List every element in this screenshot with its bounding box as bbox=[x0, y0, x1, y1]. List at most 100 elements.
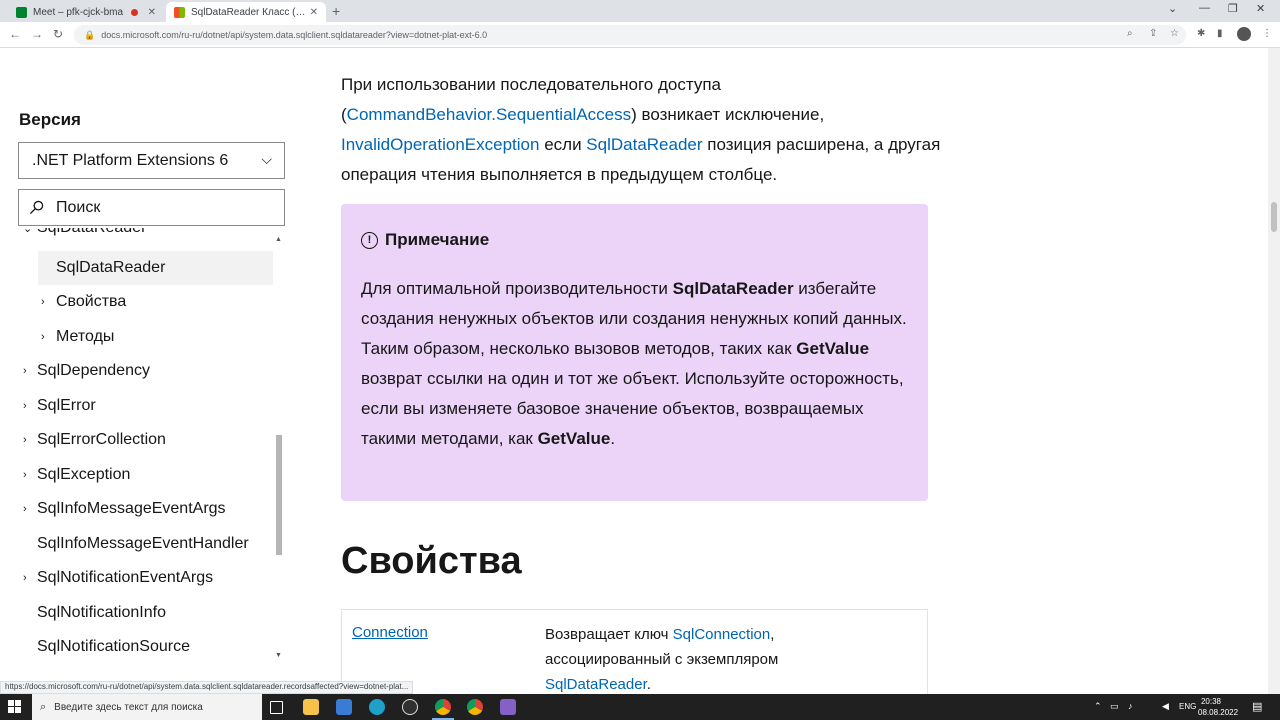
invalidoperationexception-link[interactable]: InvalidOperationException bbox=[341, 135, 539, 154]
commandbehavior-link[interactable]: CommandBehavior.SequentialAccess bbox=[347, 105, 631, 124]
toc-item[interactable]: › SqlError bbox=[0, 389, 273, 423]
toc-item-label: SqlNotificationSource bbox=[37, 638, 190, 655]
toc-item[interactable]: › Свойства bbox=[0, 285, 273, 319]
chevron-down-icon: ⌵ bbox=[261, 151, 272, 167]
toc-item-label: Методы bbox=[56, 328, 115, 345]
store-icon[interactable] bbox=[336, 699, 352, 715]
clock[interactable]: 20:38 08.08.2022 bbox=[1198, 696, 1239, 718]
docs-page: Версия .NET Platform Extensions 6 ⌵ Поис… bbox=[0, 48, 1268, 694]
clock-date: 08.08.2022 bbox=[1198, 708, 1239, 717]
chrome-icon[interactable] bbox=[467, 699, 483, 715]
file-explorer-icon[interactable] bbox=[303, 699, 319, 715]
toc-item-label: SqlException bbox=[37, 466, 131, 483]
side-panel-icon[interactable]: ▮ bbox=[1217, 28, 1223, 39]
version-value: .NET Platform Extensions 6 bbox=[32, 151, 229, 169]
page-scroll-thumb[interactable] bbox=[1271, 202, 1277, 232]
toc-item[interactable]: ⌄ SqlDataReader bbox=[0, 228, 273, 245]
chevron-right-icon: › bbox=[23, 503, 27, 515]
profile-avatar[interactable] bbox=[1237, 27, 1251, 41]
restore-icon[interactable]: ❐ bbox=[1228, 2, 1238, 15]
taskbar-search-input[interactable]: ⌕ Введите здесь текст для поиска bbox=[32, 694, 262, 720]
edge-icon[interactable] bbox=[369, 699, 385, 715]
toc-item[interactable]: › Методы bbox=[0, 320, 273, 354]
toc-item-label: SqlNotificationInfo bbox=[37, 604, 166, 621]
toc-item[interactable]: SqlInfoMessageEventHandler bbox=[0, 527, 273, 561]
para-text: ) возникает исключение, bbox=[631, 105, 825, 124]
tab-meet[interactable]: Meet – pfk-cjck-bma ✕ bbox=[8, 2, 164, 22]
back-icon[interactable]: ← bbox=[9, 27, 21, 41]
language-indicator[interactable]: ENG bbox=[1179, 702, 1196, 711]
network-icon[interactable]: ▭ bbox=[1110, 701, 1119, 712]
note-heading: ! Примечание bbox=[361, 230, 489, 250]
sqldatareader-link[interactable]: SqlDataReader bbox=[545, 676, 647, 693]
obs-icon[interactable] bbox=[402, 699, 418, 715]
chevron-right-icon: › bbox=[23, 572, 27, 584]
toc-item-label: SqlInfoMessageEventHandler bbox=[37, 535, 249, 552]
connection-link[interactable]: Connection bbox=[352, 624, 428, 641]
bookmark-star-icon[interactable]: ☆ bbox=[1170, 28, 1179, 39]
version-select[interactable]: .NET Platform Extensions 6 ⌵ bbox=[18, 142, 285, 179]
close-icon[interactable]: ✕ bbox=[310, 7, 318, 18]
note-code-term: SqlDataReader bbox=[672, 279, 794, 298]
toc-item-selected[interactable]: SqlDataReader bbox=[38, 251, 273, 285]
toc-scrollbar[interactable]: ▲ ▼ bbox=[273, 236, 285, 661]
toc-item-label: SqlDataReader bbox=[56, 259, 166, 276]
toc-item[interactable]: › SqlInfoMessageEventArgs bbox=[0, 492, 273, 526]
note-callout: ! Примечание Для оптимальной производите… bbox=[341, 204, 928, 501]
chrome-icon[interactable] bbox=[435, 699, 451, 715]
sequential-access-paragraph: При использовании последовательного дост… bbox=[341, 70, 941, 190]
notifications-icon[interactable]: ▤ bbox=[1252, 700, 1262, 713]
toc-scroll-thumb[interactable] bbox=[276, 435, 282, 555]
chevron-down-icon: ⌄ bbox=[23, 228, 33, 235]
minimize-icon[interactable]: — bbox=[1199, 2, 1210, 14]
toc-item-label: SqlInfoMessageEventArgs bbox=[37, 500, 226, 517]
properties-heading: Свойства bbox=[341, 540, 522, 582]
close-icon[interactable]: ✕ bbox=[148, 7, 156, 18]
toc-item-label: SqlNotificationEventArgs bbox=[37, 569, 214, 586]
toc-item[interactable]: SqlNotificationSource bbox=[0, 630, 273, 664]
share-icon[interactable]: ⇪ bbox=[1149, 28, 1157, 39]
note-title: Примечание bbox=[385, 230, 490, 249]
table-of-contents: ⌄ SqlDataReader SqlDataReader › Свойства… bbox=[0, 228, 285, 664]
new-tab-icon[interactable]: + bbox=[332, 3, 340, 19]
scroll-up-icon[interactable]: ▲ bbox=[275, 236, 282, 243]
chevron-right-icon: › bbox=[23, 400, 27, 412]
forward-icon[interactable]: → bbox=[31, 27, 43, 41]
info-icon: ! bbox=[361, 231, 378, 249]
sqldatareader-link[interactable]: SqlDataReader bbox=[586, 135, 702, 154]
microphone-icon[interactable]: ♪ bbox=[1128, 701, 1133, 711]
microsoft-favicon-icon bbox=[174, 6, 185, 18]
reload-icon[interactable]: ↻ bbox=[53, 27, 63, 41]
tray-chevron-icon[interactable]: ⌃ bbox=[1094, 701, 1102, 712]
search-icon bbox=[29, 200, 44, 215]
toc-item[interactable]: › SqlDependency bbox=[0, 354, 273, 388]
scroll-down-icon[interactable]: ▼ bbox=[275, 652, 282, 659]
zoom-icon[interactable]: ⌕ bbox=[1127, 28, 1133, 39]
extensions-icon[interactable]: ✱ bbox=[1197, 28, 1205, 39]
window-close-icon[interactable]: ✕ bbox=[1256, 2, 1265, 15]
url-input[interactable]: 🔒 docs.microsoft.com/ru-ru/dotnet/api/sy… bbox=[74, 25, 1186, 45]
sqlconnection-link[interactable]: SqlConnection bbox=[673, 626, 771, 643]
property-description: Возвращает ключ SqlConnection, ассоцииро… bbox=[545, 622, 825, 694]
toc-item[interactable]: › SqlException bbox=[0, 458, 273, 492]
toc-item[interactable]: › SqlErrorCollection bbox=[0, 423, 273, 457]
menu-icon[interactable]: ⋮ bbox=[1262, 28, 1272, 39]
version-label: Версия bbox=[19, 110, 81, 129]
tab-search-icon[interactable]: ⌄ bbox=[1168, 2, 1177, 15]
page-scrollbar[interactable] bbox=[1268, 48, 1280, 694]
toc-search-input[interactable]: Поиск bbox=[18, 189, 285, 226]
search-icon: ⌕ bbox=[40, 700, 47, 713]
visual-studio-icon[interactable] bbox=[500, 699, 516, 715]
windows-start-icon[interactable] bbox=[8, 700, 22, 714]
desc-text: . bbox=[646, 676, 651, 693]
chevron-right-icon: › bbox=[23, 469, 27, 481]
tab-sqldatareader[interactable]: SqlDataReader Класс (System.Data.SqlClie… bbox=[166, 2, 326, 22]
task-view-icon[interactable] bbox=[270, 701, 283, 714]
toc-item[interactable]: › SqlNotificationEventArgs bbox=[0, 561, 273, 595]
speaker-icon[interactable]: ◀ bbox=[1162, 701, 1169, 712]
url-text: docs.microsoft.com/ru-ru/dotnet/api/syst… bbox=[101, 30, 488, 40]
lock-icon: 🔒 bbox=[84, 29, 96, 40]
chevron-right-icon: › bbox=[41, 331, 45, 343]
chevron-right-icon: › bbox=[41, 296, 45, 308]
toc-item[interactable]: SqlNotificationInfo bbox=[0, 596, 273, 630]
